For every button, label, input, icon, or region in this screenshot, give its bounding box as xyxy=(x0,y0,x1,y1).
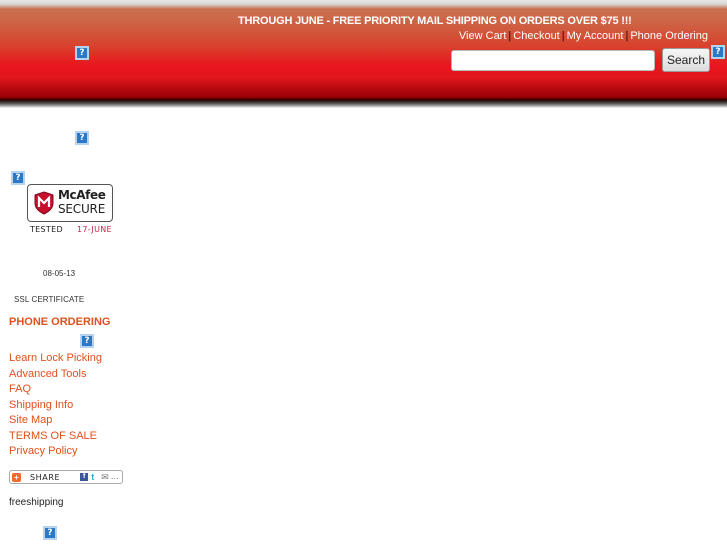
freeshipping-text: freeshipping xyxy=(9,497,64,508)
broken-image-icon: ? xyxy=(75,46,89,60)
mcafee-secure-badge[interactable]: McAfee SECURE xyxy=(27,184,113,222)
broken-image-icon: ? xyxy=(80,334,94,348)
search-button[interactable]: Search xyxy=(662,48,710,72)
separator: | xyxy=(561,30,565,42)
broken-image-icon: ? xyxy=(75,131,89,145)
broken-image-icon: ? xyxy=(711,45,725,59)
mcafee-secure-label: SECURE xyxy=(58,202,106,216)
my-account-link[interactable]: My Account xyxy=(567,30,624,42)
ssl-date: 08-05-13 xyxy=(43,269,76,278)
site-header: ? THROUGH JUNE - FREE PRIORITY MAIL SHIP… xyxy=(0,0,727,108)
email-icon[interactable]: ✉ xyxy=(101,473,109,482)
mcafee-tested-date: 17-JUNE xyxy=(77,225,112,234)
mcafee-brand: McAfee xyxy=(58,188,106,202)
separator: | xyxy=(508,30,512,42)
sidebar-item-terms-of-sale[interactable]: TERMS OF SALE xyxy=(9,430,97,442)
broken-image-icon: ? xyxy=(43,526,57,540)
checkout-link[interactable]: Checkout xyxy=(513,30,559,42)
sidebar-item-faq[interactable]: FAQ xyxy=(9,383,31,395)
share-label: SHARE xyxy=(30,472,61,482)
ssl-certificate-label: SSL CERTIFICATE xyxy=(14,295,85,304)
top-links: View Cart | Checkout | My Account | Phone Orde… xyxy=(459,30,708,42)
mcafee-shield-icon xyxy=(34,191,54,215)
separator: | xyxy=(625,30,629,42)
more-icon[interactable]: … xyxy=(111,473,119,481)
mcafee-tested-label: TESTED xyxy=(30,225,63,234)
phone-ordering-link[interactable]: Phone Ordering xyxy=(630,30,708,42)
sidebar-item-advanced-tools[interactable]: Advanced Tools xyxy=(9,368,86,380)
promo-banner: THROUGH JUNE - FREE PRIORITY MAIL SHIPPI… xyxy=(238,15,632,27)
sidebar-item-site-map[interactable]: Site Map xyxy=(9,414,52,426)
share-button[interactable]: + SHARE f t ✉ … xyxy=(9,470,123,484)
sidebar-item-shipping-info[interactable]: Shipping Info xyxy=(9,399,73,411)
twitter-icon[interactable]: t xyxy=(91,473,99,482)
sidebar-item-learn-lock-picking[interactable]: Learn Lock Picking xyxy=(9,352,102,364)
share-plus-icon: + xyxy=(12,472,21,482)
sidebar-nav: Learn Lock Picking Advanced Tools FAQ Sh… xyxy=(9,351,102,460)
phone-ordering-heading[interactable]: PHONE ORDERING xyxy=(9,316,110,328)
facebook-icon[interactable]: f xyxy=(80,473,89,481)
broken-image-icon: ? xyxy=(11,171,25,185)
view-cart-link[interactable]: View Cart xyxy=(459,30,506,42)
search-input[interactable] xyxy=(451,50,655,71)
sidebar-item-privacy-policy[interactable]: Privacy Policy xyxy=(9,445,77,457)
